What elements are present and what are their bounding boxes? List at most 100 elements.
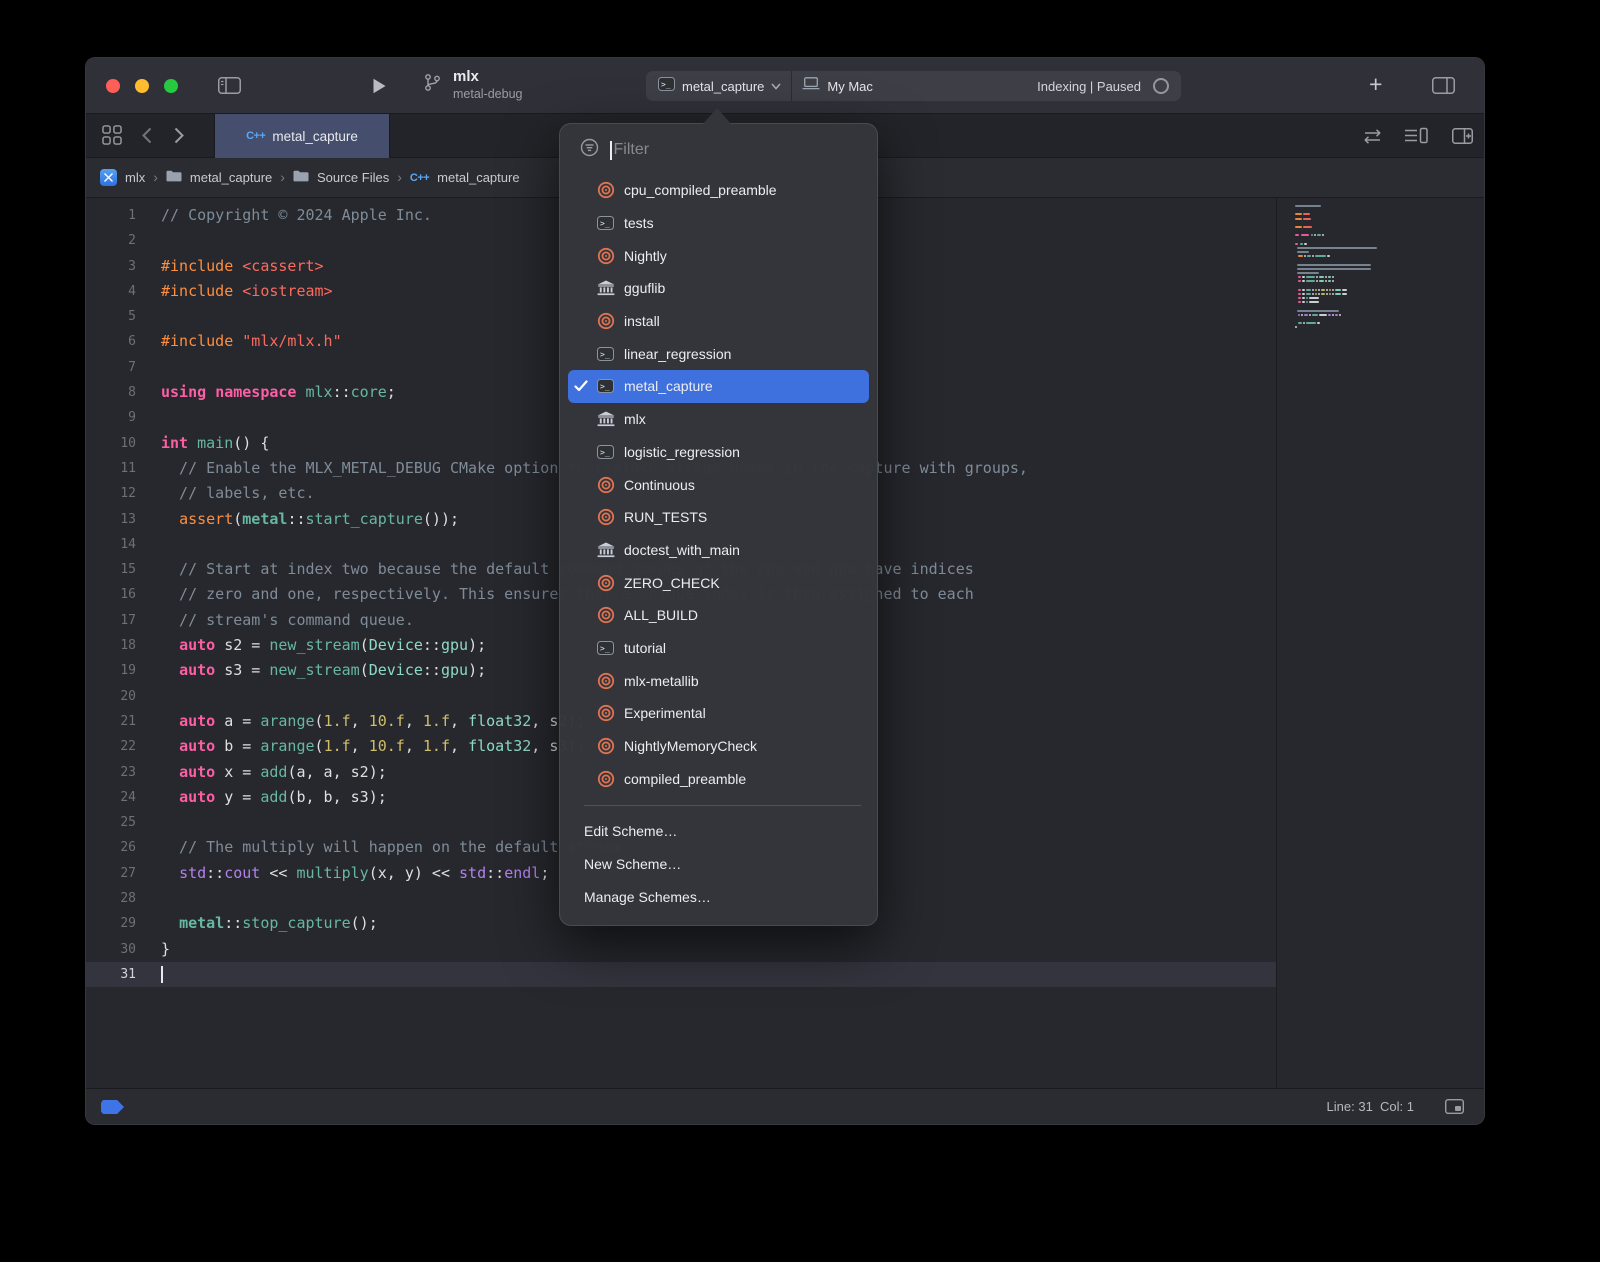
scheme-item-tests[interactable]: >_tests	[568, 207, 869, 240]
target-icon	[597, 181, 624, 199]
code-text: // Copyright © 2024 Apple Inc.	[136, 203, 432, 228]
activity-status[interactable]: Indexing | Paused	[1037, 79, 1141, 94]
line-number[interactable]: 17	[86, 608, 136, 633]
line-number[interactable]: 20	[86, 684, 136, 709]
code-line[interactable]: 30}	[86, 937, 1276, 962]
scheme-item-Continuous[interactable]: Continuous	[568, 468, 869, 501]
scheme-item-linear_regression[interactable]: >_linear_regression	[568, 337, 869, 370]
scheme-item-compiled_preamble[interactable]: compiled_preamble	[568, 762, 869, 795]
line-number[interactable]: 8	[86, 380, 136, 405]
executable-icon: >_	[597, 347, 624, 361]
sidebar-toggle-icon[interactable]	[218, 77, 241, 99]
line-number[interactable]: 9	[86, 405, 136, 430]
menu-action-new-scheme-[interactable]: New Scheme…	[560, 847, 877, 880]
destination-button[interactable]: My Mac	[827, 79, 873, 94]
minimap-line	[1295, 301, 1474, 303]
run-button[interactable]	[373, 78, 386, 99]
scheme-item-tutorial[interactable]: >_tutorial	[568, 632, 869, 665]
line-number[interactable]: 22	[86, 734, 136, 759]
navigate-forward-icon[interactable]	[174, 127, 184, 149]
line-number[interactable]: 5	[86, 304, 136, 329]
add-editor-icon[interactable]	[1452, 128, 1473, 149]
editor-layout-icon[interactable]	[1432, 77, 1455, 99]
scheme-item-install[interactable]: install	[568, 305, 869, 338]
filter-icon	[580, 138, 599, 162]
popover-separator	[584, 805, 861, 806]
code-text	[136, 532, 161, 557]
swap-editors-icon[interactable]	[1362, 128, 1383, 150]
scheme-item-NightlyMemoryCheck[interactable]: NightlyMemoryCheck	[568, 730, 869, 763]
git-branch-name: metal-debug	[453, 86, 523, 102]
code-text: }	[136, 937, 170, 962]
scheme-item-label: tutorial	[624, 640, 666, 656]
scheme-filter-field[interactable]: Filter	[560, 124, 877, 170]
related-items-grid-icon[interactable]	[102, 125, 122, 150]
line-number[interactable]: 29	[86, 911, 136, 936]
line-number[interactable]: 11	[86, 456, 136, 481]
line-number[interactable]: 28	[86, 886, 136, 911]
scheme-item-Experimental[interactable]: Experimental	[568, 697, 869, 730]
scheme-item-gguflib[interactable]: gguflib	[568, 272, 869, 305]
scheme-item-cpu_compiled_preamble[interactable]: cpu_compiled_preamble	[568, 174, 869, 207]
line-number[interactable]: 27	[86, 861, 136, 886]
line-number[interactable]: 2	[86, 228, 136, 253]
line-number[interactable]: 12	[86, 481, 136, 506]
line-number[interactable]: 3	[86, 254, 136, 279]
close-button[interactable]	[106, 79, 120, 93]
scheme-item-ALL_BUILD[interactable]: ALL_BUILD	[568, 599, 869, 632]
line-number[interactable]: 6	[86, 329, 136, 354]
scheme-item-label: doctest_with_main	[624, 542, 740, 558]
tab-metal-capture[interactable]: C++ metal_capture	[214, 114, 390, 158]
line-number[interactable]: 14	[86, 532, 136, 557]
line-number[interactable]: 30	[86, 937, 136, 962]
scheme-item-RUN_TESTS[interactable]: RUN_TESTS	[568, 501, 869, 534]
breadcrumb-source-files[interactable]: Source Files	[317, 170, 389, 185]
line-number[interactable]: 4	[86, 279, 136, 304]
scheme-item-label: NightlyMemoryCheck	[624, 738, 757, 754]
scheme-item-doctest_with_main[interactable]: doctest_with_main	[568, 534, 869, 567]
code-text: // stream's command queue.	[136, 608, 414, 633]
cpp-file-icon: C++	[410, 172, 429, 184]
navigate-back-icon[interactable]	[142, 127, 152, 149]
line-number[interactable]: 23	[86, 760, 136, 785]
line-number[interactable]: 19	[86, 658, 136, 683]
code-text: // labels, etc.	[136, 481, 315, 506]
line-number[interactable]: 18	[86, 633, 136, 658]
breakpoints-toggle[interactable]	[101, 1100, 124, 1114]
scheme-item-ZERO_CHECK[interactable]: ZERO_CHECK	[568, 566, 869, 599]
line-number[interactable]: 21	[86, 709, 136, 734]
line-number[interactable]: 25	[86, 810, 136, 835]
scheme-item-Nightly[interactable]: Nightly	[568, 239, 869, 272]
line-number[interactable]: 24	[86, 785, 136, 810]
editor-options-icon[interactable]	[1404, 127, 1428, 150]
active-scheme-button[interactable]: metal_capture	[682, 79, 764, 94]
line-number[interactable]: 16	[86, 582, 136, 607]
new-tab-button[interactable]: +	[1369, 71, 1382, 98]
line-number[interactable]: 10	[86, 431, 136, 456]
line-number[interactable]: 31	[86, 962, 136, 987]
zoom-button[interactable]	[164, 79, 178, 93]
line-number[interactable]: 15	[86, 557, 136, 582]
breadcrumb-project[interactable]: mlx	[125, 170, 145, 185]
line-number[interactable]: 7	[86, 355, 136, 380]
breadcrumb-file[interactable]: metal_capture	[437, 170, 519, 185]
line-number[interactable]: 13	[86, 507, 136, 532]
scheme-item-mlx-metallib[interactable]: mlx-metallib	[568, 664, 869, 697]
minimap[interactable]	[1295, 205, 1474, 335]
minimize-button[interactable]	[135, 79, 149, 93]
folder-icon	[166, 169, 182, 187]
minimized-panel-icon[interactable]	[1445, 1099, 1464, 1119]
line-number[interactable]: 1	[86, 203, 136, 228]
scheme-item-metal_capture[interactable]: >_metal_capture	[568, 370, 869, 403]
scheme-item-mlx[interactable]: mlx	[568, 403, 869, 436]
code-line[interactable]: 31	[86, 962, 1276, 987]
menu-action-edit-scheme-[interactable]: Edit Scheme…	[560, 814, 877, 847]
minimap-line	[1295, 239, 1474, 241]
target-icon	[597, 737, 624, 755]
scheme-item-logistic_regression[interactable]: >_logistic_regression	[568, 436, 869, 469]
menu-action-manage-schemes-[interactable]: Manage Schemes…	[560, 880, 877, 913]
line-number[interactable]: 26	[86, 835, 136, 860]
breadcrumb-group[interactable]: metal_capture	[190, 170, 272, 185]
chevron-down-icon[interactable]	[771, 77, 781, 95]
traffic-lights	[106, 79, 178, 93]
